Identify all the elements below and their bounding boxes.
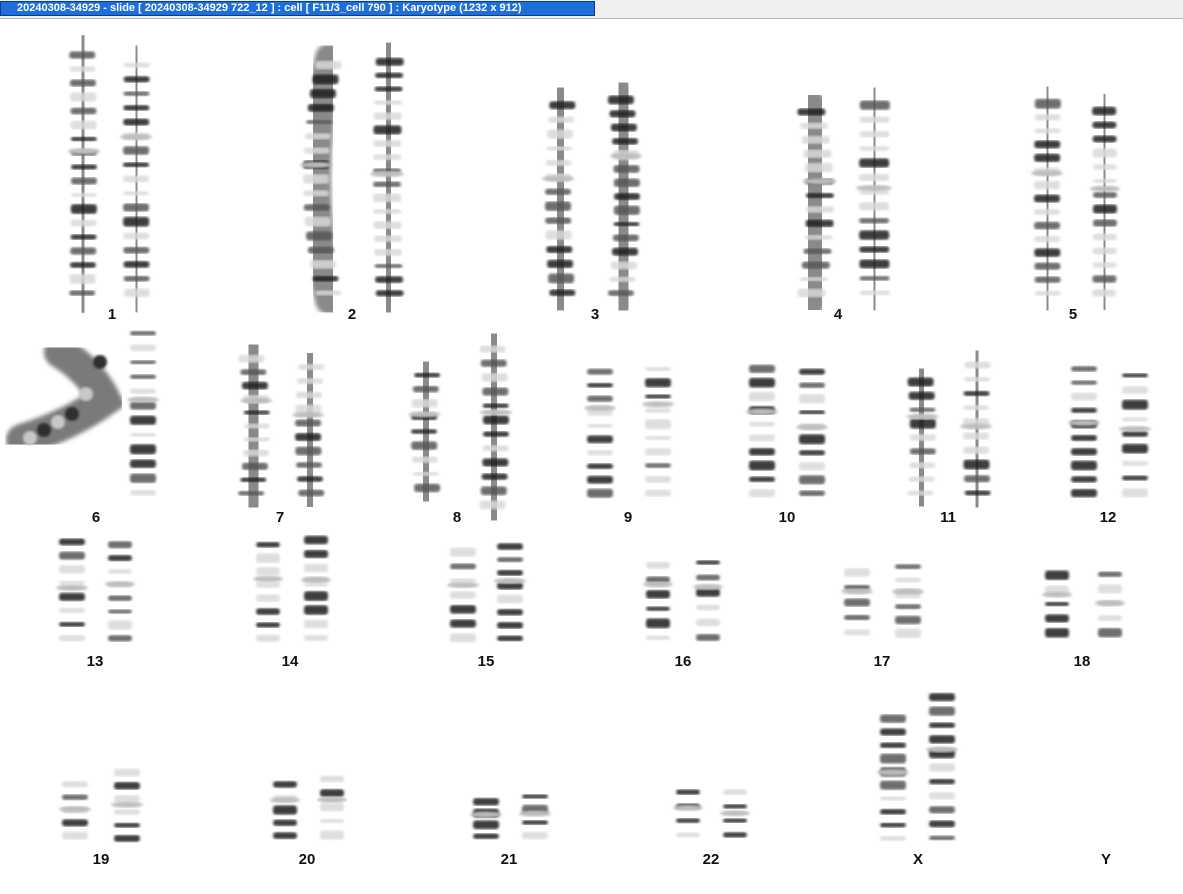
chromosome-image [1031,82,1064,315]
chromosome-image [59,763,91,857]
karyotype-window: 20240308-34929 - slide [ 20240308-34929 … [0,0,1183,894]
chromosome-image [317,758,347,856]
chromosome-image [673,771,703,856]
chromosome-label-20: 20 [298,851,316,868]
chromosome-image [796,350,828,515]
chromosome-label-18: 18 [1073,653,1091,670]
chromosome-label-16: 16 [674,653,692,670]
chromosome-label-13: 13 [86,653,104,670]
chromosome-image [643,544,673,659]
chromosome-label-11: 11 [940,509,956,526]
chromosome-image [960,343,993,515]
window-title-tab[interactable]: 20240308-34929 - slide [ 20240308-34929 … [0,1,595,16]
chromosome-image [542,83,578,315]
chromosome-label-22: 22 [702,851,720,868]
chromosome-image [642,347,674,515]
chromosome-image [746,347,778,515]
chromosome-image [693,541,723,659]
chromosome-image [447,530,479,660]
chromosome-label-2: 2 [347,306,357,323]
chromosome-image [1089,90,1120,314]
chromosome-image [1095,553,1125,654]
chromosome-image [1119,353,1151,515]
chromosome-label-1: 1 [107,306,117,323]
chromosome-image [1042,554,1072,654]
chromosome-label-6: 6 [91,509,101,526]
chromosome-image-layer [6,33,1151,860]
chromosome-label-3: 3 [590,306,600,323]
chromosome-image [841,550,873,655]
chromosome-image [926,675,958,860]
chromosome-image [877,697,909,860]
chromosome-image [105,524,135,659]
chromosome-image [6,336,126,456]
chromosome-image [301,519,331,659]
chromosome-label-8: 8 [452,509,462,526]
chromosome-image [111,751,143,860]
chromosome-image [1068,347,1100,515]
chromosome-image [408,353,443,510]
karyotype-canvas: 1 2 3 4 5 6 7 8 9 10 11 12 13 14 15 16 1… [0,19,1183,894]
chromosome-image [292,345,327,515]
chromosome-label-x: X [912,851,924,868]
chromosome-image [794,89,837,316]
chromosome-label-4: 4 [833,306,843,323]
chromosome-label-y: Y [1100,851,1112,868]
chromosome-image [470,781,502,857]
chromosome-image [56,520,88,660]
chromosome-image [235,337,273,515]
chromosome-label-17: 17 [873,653,891,670]
chromosome-label-10: 10 [778,509,796,526]
title-bar: 20240308-34929 - slide [ 20240308-34929 … [0,0,1183,19]
chromosome-label-19: 19 [92,851,110,868]
chromosome-image [270,764,300,856]
chromosome-image [892,545,924,655]
chromosome-image [856,81,893,317]
chromosome-image [370,39,406,316]
chromosome-image [605,78,642,315]
chromosome-label-9: 9 [623,509,633,526]
chromosome-label-12: 12 [1099,509,1117,526]
chromosome-image [720,771,750,856]
chromosome-image [120,43,153,315]
chromosome-image [253,524,283,659]
chromosome-label-21: 21 [500,851,518,868]
chromosome-image [519,775,551,857]
chromosome-label-15: 15 [477,653,495,670]
chromosome-label-5: 5 [1068,306,1078,323]
chromosome-image [300,43,345,315]
chromosome-image [477,327,512,527]
chromosome-image [127,311,159,515]
chromosome-label-7: 7 [275,509,285,526]
chromosome-label-14: 14 [281,653,299,670]
chromosome-image [494,525,526,660]
chromosome-image [67,33,100,315]
chromosome-image [584,350,616,515]
chromosome-image [905,360,939,515]
